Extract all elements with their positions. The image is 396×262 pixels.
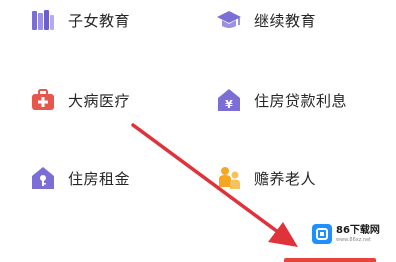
books-icon [30, 7, 56, 33]
medical-kit-icon [30, 87, 56, 113]
deduction-item-elderly-support[interactable]: 赡养老人 [216, 164, 316, 192]
deduction-item-label: 住房贷款利息 [254, 91, 348, 110]
deduction-item-housing-loan-interest[interactable]: ¥ 住房贷款利息 [216, 86, 347, 114]
bottom-action-button-edge[interactable] [284, 258, 376, 262]
watermark-logo-icon [312, 224, 332, 244]
graduation-cap-icon [216, 7, 242, 33]
house-yen-icon: ¥ [216, 87, 242, 113]
deduction-item-continuing-education[interactable]: 继续教育 [216, 6, 316, 34]
deduction-item-label: 继续教育 [254, 11, 317, 30]
house-key-icon [30, 165, 56, 191]
deduction-item-label: 赡养老人 [254, 169, 317, 188]
site-watermark: 86下载网 www.86xz.net [312, 221, 390, 247]
elderly-care-icon [216, 165, 242, 191]
watermark-title: 86下载网 [336, 224, 380, 236]
deduction-item-children-education[interactable]: 子女教育 [30, 6, 130, 34]
svg-text:¥: ¥ [225, 98, 233, 111]
deduction-item-label: 子女教育 [68, 11, 131, 30]
deduction-item-label: 住房租金 [68, 169, 131, 188]
deduction-item-serious-illness[interactable]: 大病医疗 [30, 86, 130, 114]
deduction-item-housing-rent[interactable]: 住房租金 [30, 164, 130, 192]
deduction-item-label: 大病医疗 [68, 91, 131, 110]
watermark-subtitle: www.86xz.net [336, 236, 372, 243]
